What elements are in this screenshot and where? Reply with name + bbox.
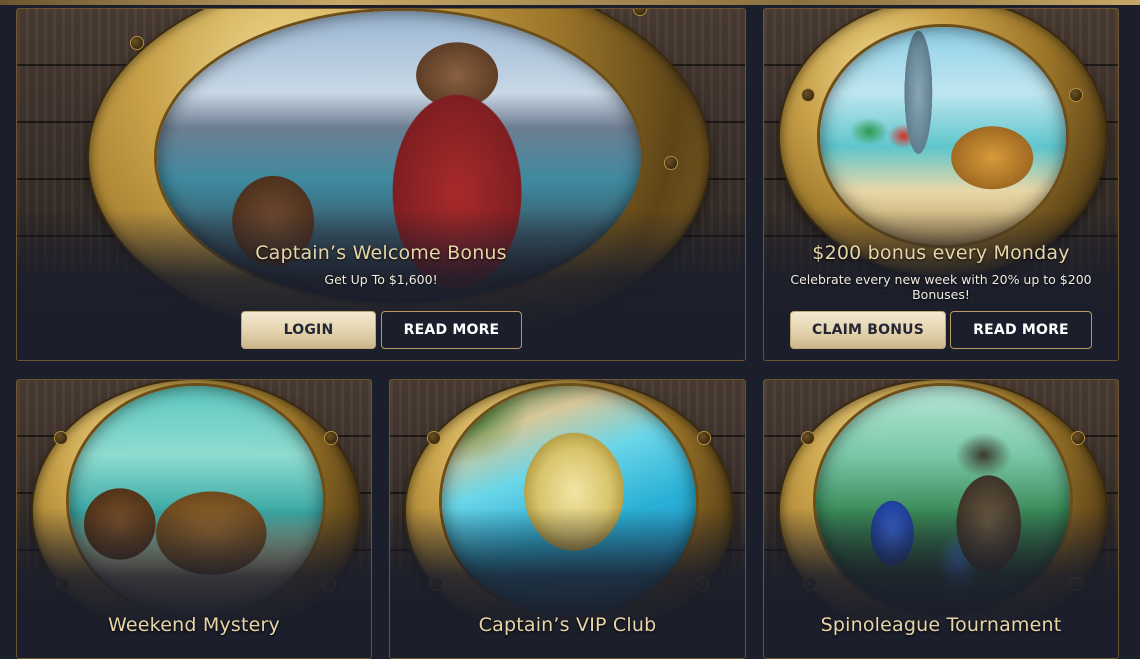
- bolt-icon: [1070, 578, 1082, 590]
- bolt-icon: [57, 578, 69, 590]
- bolt-icon: [430, 578, 442, 590]
- porthole-frame-icon: [406, 380, 732, 642]
- treasure-artwork: [820, 27, 1066, 245]
- porthole-frame-icon: [780, 9, 1106, 275]
- promo-card-spinoleague: Spinoleague Tournament: [763, 379, 1119, 659]
- promo-title: Weekend Mystery: [108, 614, 280, 636]
- bolt-icon: [802, 432, 814, 444]
- top-accent-line: [0, 0, 1140, 5]
- promo-subtitle: Celebrate every new week with 20% up to …: [790, 272, 1092, 302]
- bolt-icon: [1070, 89, 1082, 101]
- bolt-icon: [698, 432, 710, 444]
- login-button[interactable]: LOGIN: [241, 311, 376, 349]
- promo-title: $200 bonus every Monday: [812, 242, 1070, 264]
- porthole-frame-icon: [780, 380, 1106, 642]
- bolt-icon: [665, 157, 677, 169]
- bolt-icon: [634, 9, 646, 15]
- claim-bonus-button[interactable]: CLAIM BONUS: [790, 311, 946, 349]
- bolt-icon: [131, 37, 143, 49]
- promo-subtitle: Get Up To $1,600!: [324, 272, 438, 287]
- porthole-frame-icon: [33, 380, 359, 642]
- read-more-button[interactable]: READ MORE: [381, 311, 522, 349]
- bolt-icon: [696, 578, 708, 590]
- read-more-button[interactable]: READ MORE: [950, 311, 1092, 349]
- promo-card-welcome-bonus: Captain’s Welcome Bonus Get Up To $1,600…: [16, 8, 746, 361]
- bolt-icon: [325, 432, 337, 444]
- balloon-artwork: [442, 386, 696, 616]
- promo-card-weekend-mystery: Weekend Mystery: [16, 379, 372, 659]
- porthole-frame-icon: [89, 9, 709, 347]
- explorer-artwork: [816, 386, 1070, 616]
- bolt-icon: [323, 578, 335, 590]
- bolt-icon: [55, 432, 67, 444]
- promo-title: Captain’s VIP Club: [478, 614, 657, 636]
- promo-title: Spinoleague Tournament: [820, 614, 1062, 636]
- promo-title: Captain’s Welcome Bonus: [255, 242, 507, 264]
- promo-card-vip-club: Captain’s VIP Club: [389, 379, 746, 659]
- bolt-icon: [802, 89, 814, 101]
- bolt-icon: [804, 578, 816, 590]
- bolt-icon: [428, 432, 440, 444]
- bolt-icon: [1072, 432, 1084, 444]
- promo-card-monday-bonus: $200 bonus every Monday Celebrate every …: [763, 8, 1119, 361]
- treasure-chest-artwork: [69, 386, 323, 616]
